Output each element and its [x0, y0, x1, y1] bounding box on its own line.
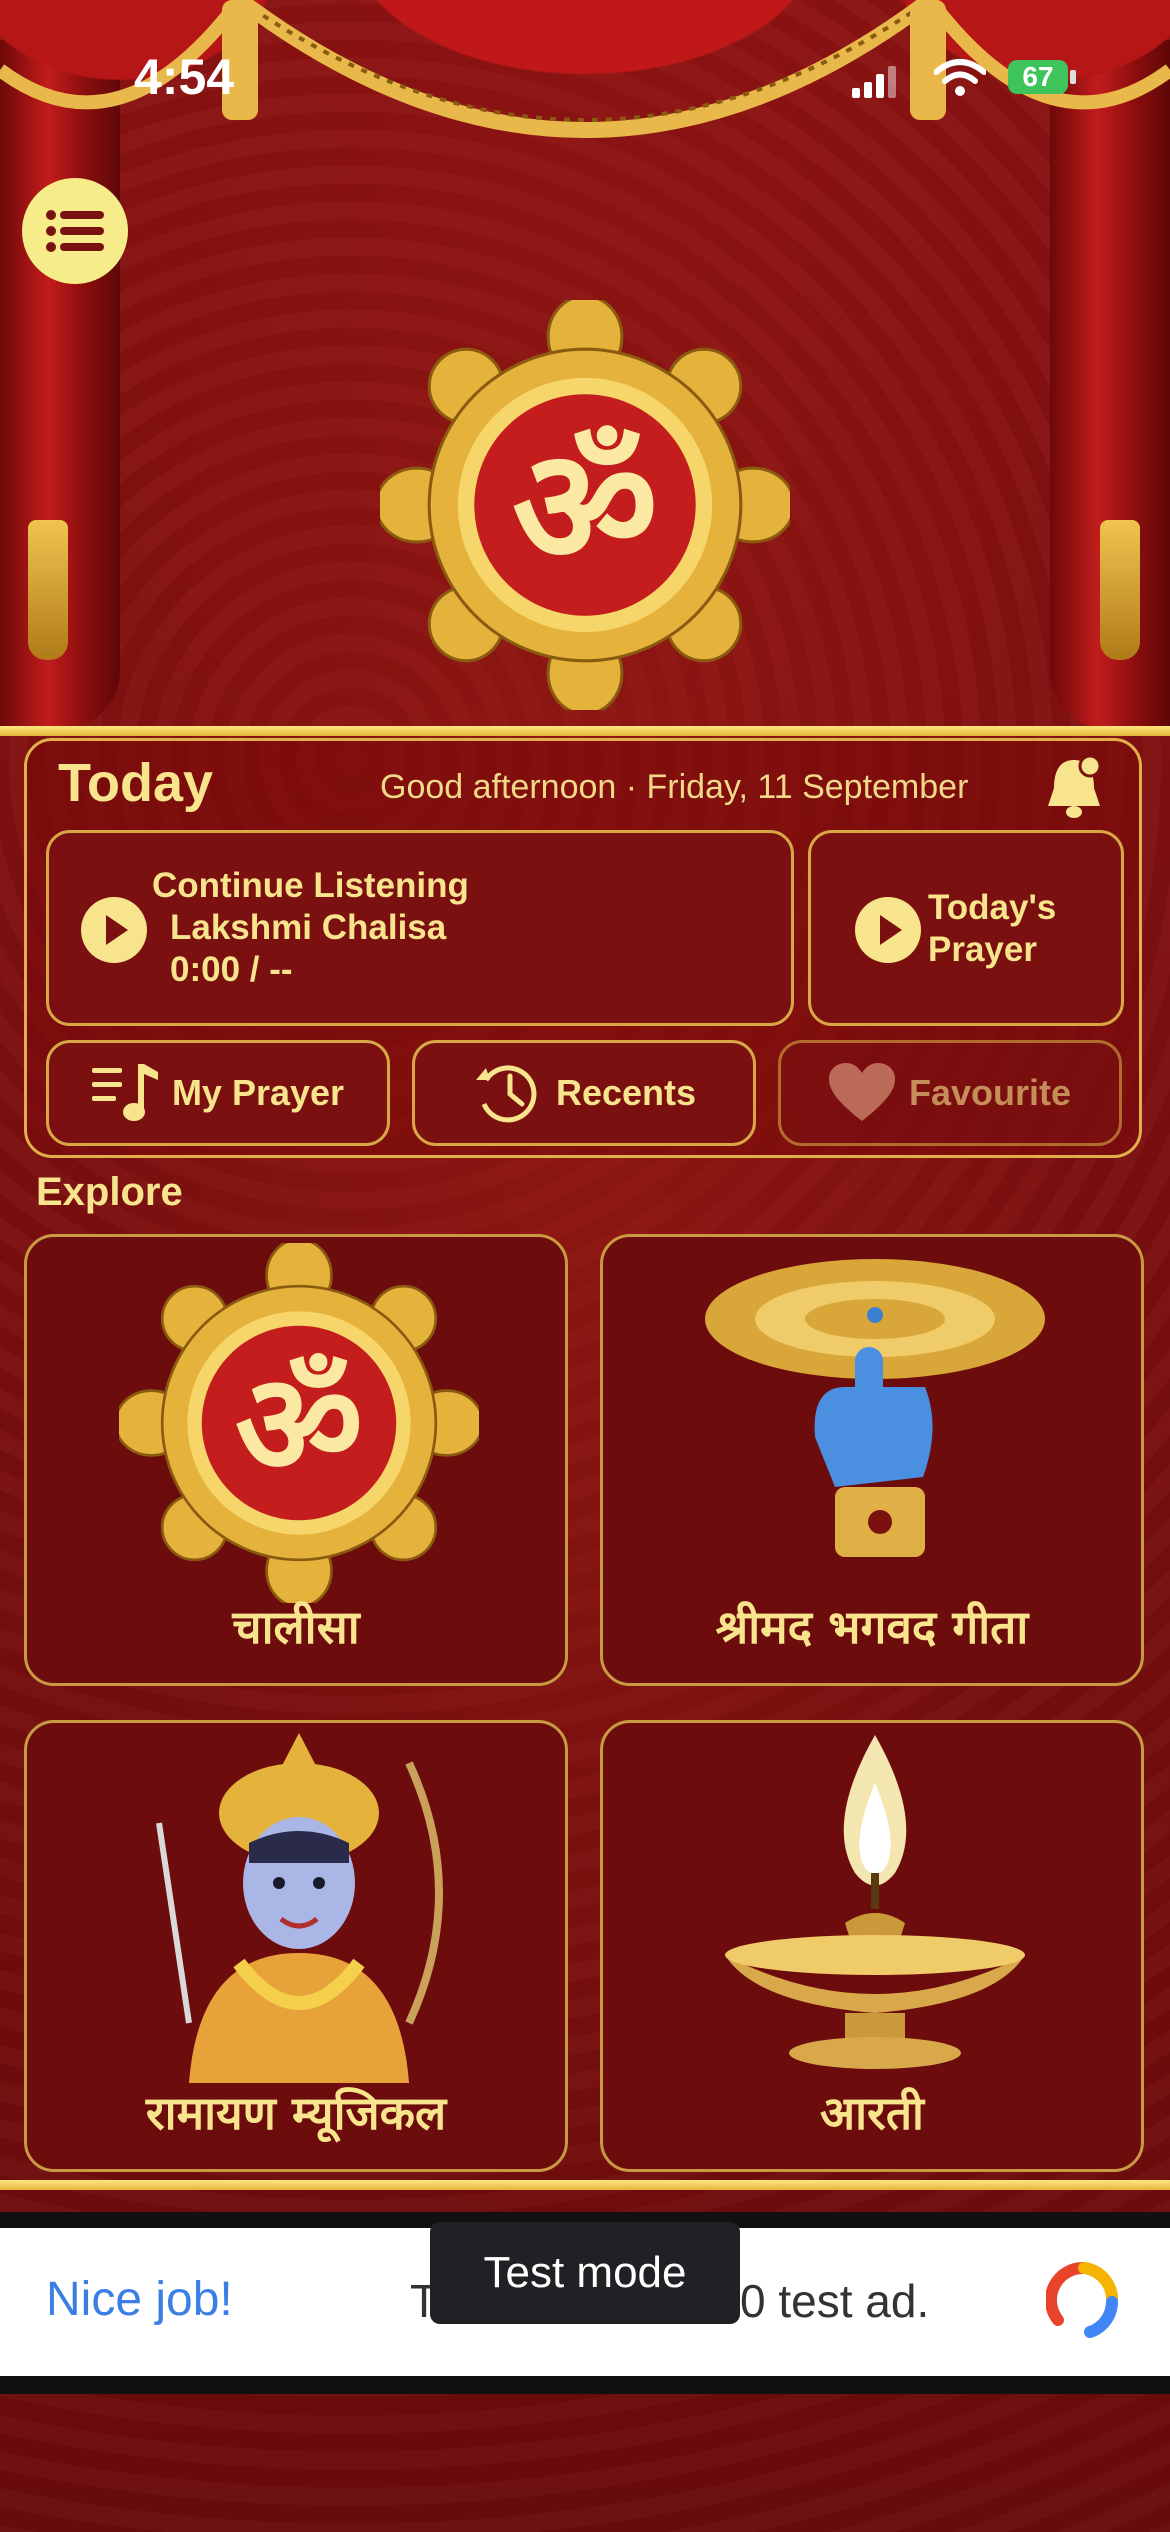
tile-bhagavad-gita[interactable]: श्रीमद भगवद गीता [600, 1234, 1144, 1686]
wifi-icon [934, 59, 986, 96]
tile-label: रामायण म्यूजिकल [145, 2086, 447, 2140]
ad-headline[interactable]: Nice job! [46, 2272, 233, 2327]
cellular-signal-icon [852, 66, 896, 98]
my-prayer-label: My Prayer [171, 1072, 345, 1113]
battery-tip [1070, 70, 1076, 84]
svg-text:ॐ: ॐ [235, 1344, 363, 1507]
explore-title: Explore [36, 1170, 183, 1214]
heart-icon [828, 1063, 895, 1121]
track-title: Lakshmi Chalisa [170, 908, 447, 947]
tile-ramayan-musical[interactable]: रामायण म्यूजिकल [24, 1720, 568, 2172]
status-time: 4:54 [134, 49, 235, 105]
todays-prayer-card[interactable] [808, 830, 1124, 1026]
play-icon [81, 897, 147, 963]
ad-text-right: 0 test ad. [740, 2275, 930, 2327]
recents-label: Recents [555, 1072, 697, 1113]
play-icon [855, 897, 921, 963]
continue-listening-label: Continue Listening [152, 866, 469, 905]
recents-button[interactable]: Recents [412, 1040, 756, 1146]
my-prayer-button[interactable]: My Prayer [46, 1040, 390, 1146]
diya-lamp-icon [725, 1735, 1025, 2069]
playlist-music-icon [91, 1064, 158, 1121]
tile-label: चालीसा [232, 1600, 360, 1654]
tassel-right [1100, 520, 1140, 660]
tile-label: श्रीमद भगवद गीता [715, 1600, 1029, 1654]
notification-bell-icon[interactable] [1044, 752, 1104, 822]
list-menu-icon [46, 210, 104, 252]
tile-label: आरती [820, 2086, 924, 2140]
om-emblem-icon: ॐ [380, 300, 790, 710]
divider-top [0, 726, 1170, 736]
history-icon [475, 1065, 537, 1123]
om-icon: ॐ [119, 1243, 479, 1603]
ad-test-mode-toast: Test mode [430, 2222, 740, 2324]
svg-text:ॐ: ॐ [512, 414, 658, 600]
greeting-text: Good afternoon · Friday, 11 September [380, 768, 969, 806]
battery-level: 67 [1008, 60, 1068, 94]
favourite-label: Favourite [908, 1072, 1072, 1113]
divider-bottom [0, 2180, 1170, 2190]
todays-prayer-label-1: Today's [928, 888, 1057, 927]
tile-aarti[interactable]: आरती [600, 1720, 1144, 2172]
todays-prayer-label-2: Prayer [928, 930, 1037, 969]
tassel-left [28, 520, 68, 660]
tile-chalisa[interactable]: ॐ चालीसा [24, 1234, 568, 1686]
sudarshan-chakra-icon [705, 1259, 1045, 1557]
ad-brand-logo-icon[interactable] [1046, 2262, 1122, 2338]
status-bar: 4:54 67 [0, 0, 1170, 150]
lord-rama-icon [156, 1733, 443, 2083]
favourite-button[interactable]: Favourite [778, 1040, 1122, 1146]
track-progress: 0:00 / -- [170, 950, 293, 989]
menu-button[interactable] [22, 178, 128, 284]
today-title: Today [58, 753, 214, 813]
